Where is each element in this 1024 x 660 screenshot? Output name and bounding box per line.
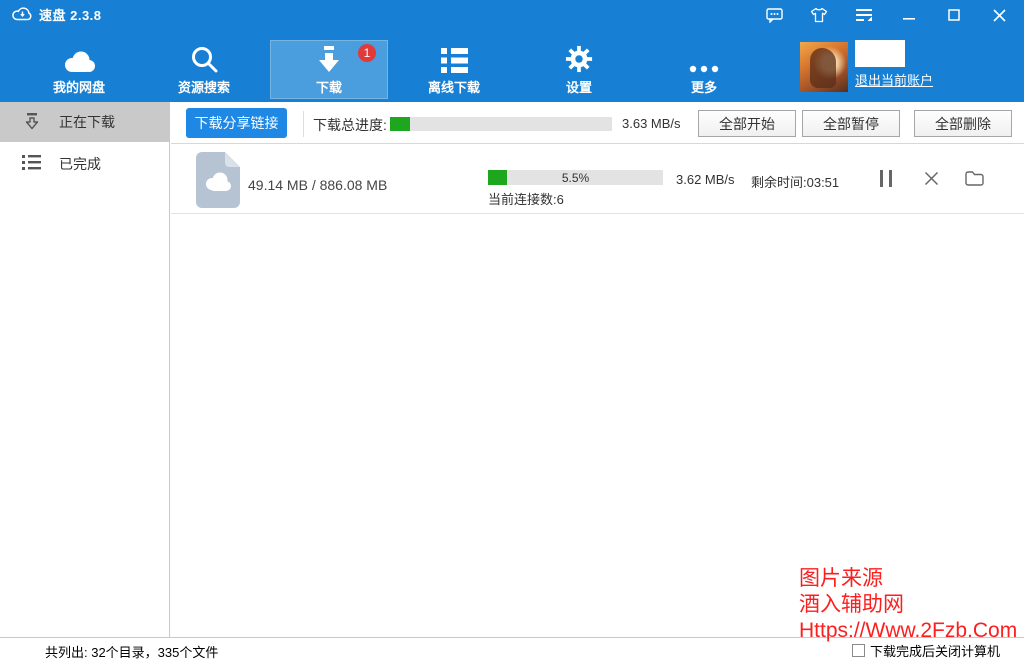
message-icon[interactable] [759, 0, 789, 30]
nav-tab-label: 我的网盘 [53, 77, 105, 96]
nav-tab-label: 更多 [691, 77, 717, 96]
nav-tab-label: 资源搜索 [178, 77, 230, 96]
delete-all-button[interactable]: 全部删除 [914, 110, 1012, 137]
shutdown-checkbox-label: 下载完成后关闭计算机 [870, 641, 1000, 660]
sidebar: 正在下载 已完成 [0, 102, 170, 637]
titlebar: 速盘 2.3.8 [0, 0, 1024, 30]
total-progress-fill [390, 117, 410, 131]
avatar-art [810, 48, 836, 88]
downloading-icon [22, 112, 42, 133]
user-avatar[interactable] [800, 42, 848, 92]
download-share-link-button[interactable]: 下载分享链接 [186, 108, 287, 138]
item-speed-text: 3.62 MB/s [676, 172, 735, 187]
total-progress-bar [390, 117, 612, 131]
item-progress-bar: 5.5% [488, 170, 663, 185]
search-icon [190, 43, 218, 73]
connections-text: 当前连接数:6 [488, 189, 564, 208]
remaining-time-text: 剩余时间:03:51 [751, 172, 839, 191]
minimize-icon[interactable] [894, 0, 924, 30]
open-folder-icon[interactable] [961, 166, 987, 190]
app-title: 速盘 2.3.8 [39, 5, 102, 24]
nav-tab-offline-download[interactable]: 离线下载 [395, 40, 513, 99]
sidebar-item-completed[interactable]: 已完成 [0, 142, 169, 185]
pause-task-icon[interactable] [873, 166, 899, 190]
more-dots-icon [689, 43, 719, 73]
total-progress-label: 下载总进度: [313, 115, 387, 135]
cloud-icon [61, 43, 97, 73]
app-logo-cloud-icon [12, 6, 32, 24]
download-arrow-icon [314, 43, 344, 73]
download-task-row[interactable]: 49.14 MB / 886.08 MB 5.5% 当前连接数:6 3.62 M… [171, 144, 1024, 214]
nav-tab-label: 设置 [566, 77, 592, 96]
app-title-group: 速盘 2.3.8 [12, 5, 102, 24]
username-censor-box [855, 40, 905, 67]
nav-tab-settings[interactable]: 设置 [520, 40, 638, 99]
item-progress-percent: 5.5% [488, 171, 663, 185]
file-size-text: 49.14 MB / 886.08 MB [248, 177, 387, 193]
watermark-line: 图片来源 [799, 566, 1017, 592]
logout-link[interactable]: 退出当前账户 [855, 70, 933, 89]
nav-tab-download[interactable]: 下载 1 [270, 40, 388, 99]
app-window: 速盘 2.3.8 [0, 0, 1024, 660]
watermark-text: 图片来源 酒入辅助网 Https://Www.2Fzb.Com [799, 566, 1017, 644]
download-count-badge: 1 [358, 44, 376, 62]
download-toolbar: 下载分享链接 下载总进度: 3.63 MB/s 全部开始 全部暂停 全部删除 [171, 102, 1024, 144]
nav-tab-more[interactable]: 更多 [645, 40, 763, 99]
start-all-button[interactable]: 全部开始 [698, 110, 796, 137]
sidebar-item-downloading[interactable]: 正在下载 [0, 102, 169, 142]
nav-tab-label: 离线下载 [428, 77, 480, 96]
sidebar-item-label: 已完成 [59, 154, 101, 174]
nav-tab-label: 下载 [316, 77, 342, 96]
shutdown-checkbox[interactable] [852, 644, 865, 657]
nav-tab-my-drive[interactable]: 我的网盘 [20, 40, 138, 99]
shutdown-after-download-option[interactable]: 下载完成后关闭计算机 [852, 641, 1000, 660]
listing-summary-text: 共列出: 32个目录，335个文件 [45, 642, 218, 660]
gear-icon [565, 43, 593, 73]
toolbar-divider [303, 111, 304, 137]
offline-list-icon [441, 43, 468, 73]
skin-icon[interactable] [804, 0, 834, 30]
completed-list-icon [22, 154, 42, 174]
task-list-icon[interactable] [849, 0, 879, 30]
pause-all-button[interactable]: 全部暂停 [802, 110, 900, 137]
header: 速盘 2.3.8 [0, 0, 1024, 102]
close-icon[interactable] [984, 0, 1014, 30]
sidebar-item-label: 正在下载 [59, 112, 115, 132]
cloud-file-icon [196, 152, 240, 211]
nav-tab-search[interactable]: 资源搜索 [145, 40, 263, 99]
total-speed-text: 3.63 MB/s [622, 116, 681, 131]
titlebar-controls [744, 0, 1014, 30]
watermark-line: 酒入辅助网 [799, 592, 1017, 618]
remove-task-icon[interactable] [918, 166, 944, 190]
status-bar: 共列出: 32个目录，335个文件 下载完成后关闭计算机 [0, 637, 1024, 660]
maximize-icon[interactable] [939, 0, 969, 30]
